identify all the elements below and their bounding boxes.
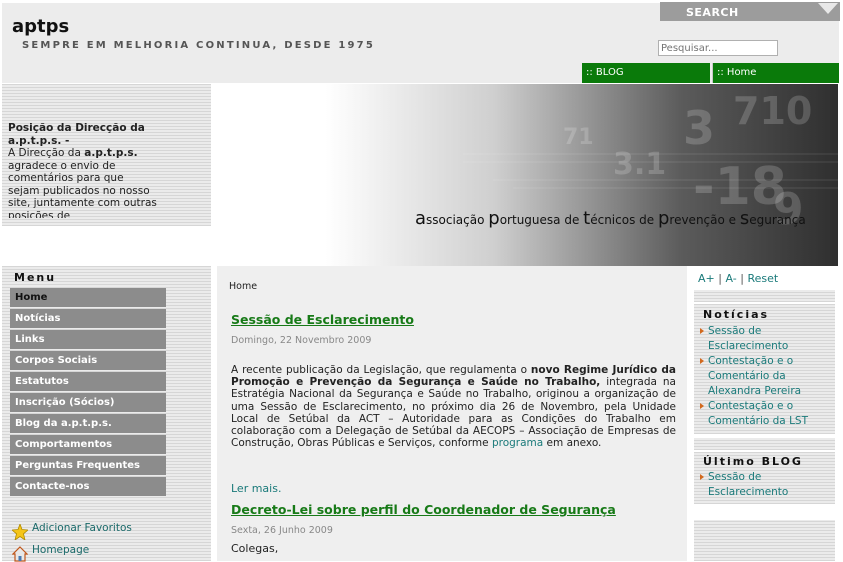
home-icon (12, 546, 28, 562)
post2-body: Colegas, (231, 542, 279, 555)
banner-word: ssociação (426, 213, 489, 227)
menu-item-blog[interactable]: Blog da a.p.t.p.s. (10, 414, 166, 433)
blog-list: Sessão de Esclarecimento (700, 470, 830, 500)
bullet-arrow-icon (700, 403, 704, 409)
svg-text:3: 3 (683, 101, 715, 155)
banner-word: revenção e (669, 213, 740, 227)
blog-title: Último BLOG (703, 455, 803, 468)
noticias-item[interactable]: Sessão de Esclarecimento (700, 324, 830, 354)
add-favorites-label: Adicionar Favoritos (32, 522, 132, 534)
menu-item-noticias[interactable]: Notícias (10, 309, 166, 328)
banner-word: egurança (749, 213, 806, 227)
noticias-title: Notícias (703, 308, 770, 321)
banner-initial: p (488, 208, 500, 229)
nav-home-label: Home (726, 67, 757, 78)
banner-initial: s (739, 208, 750, 229)
nav-blog[interactable]: :: BLOG (582, 63, 710, 83)
news-ticker-title: Posição da Direcção da a.p.t.p.s. - (8, 122, 145, 147)
noticias-list: Sessão de Esclarecimento Contestação e o … (700, 324, 830, 429)
news-ticker-body-bold: a.p.t.p.s. (84, 147, 138, 159)
menu-item-links[interactable]: Links (10, 330, 166, 349)
post1-date: Domingo, 22 Novembro 2009 (231, 335, 372, 346)
header-banner: 3 710 -18 3.1 9 71 associação portuguesa… (213, 84, 838, 266)
star-icon (12, 524, 28, 540)
noticias-item[interactable]: Contestação e o Comentário da LST (700, 399, 830, 429)
svg-text:3.1: 3.1 (613, 147, 666, 182)
blog-item-label: Sessão de Esclarecimento (708, 471, 789, 498)
nav-blog-label: BLOG (595, 67, 624, 78)
font-size-controls: A+ | A- | Reset (698, 272, 779, 285)
breadcrumb[interactable]: Home (229, 281, 257, 292)
divider (694, 438, 835, 450)
news-ticker-body-prefix: A Direcção da (8, 147, 85, 159)
menu-item-home[interactable]: Home (10, 288, 166, 307)
search-input[interactable] (658, 40, 778, 56)
post2-title[interactable]: Decreto-Lei sobre perfil do Coordenador … (231, 502, 616, 517)
banner-word: ortuguesa de (499, 213, 584, 227)
site-tagline: SEMPRE EM MELHORIA CONTINUA, DESDE 1975 (22, 40, 375, 51)
post1-programa-link[interactable]: programa (492, 437, 543, 449)
divider (694, 520, 835, 561)
menu-item-estatutos[interactable]: Estatutos (10, 372, 166, 391)
menu-item-comportamentos[interactable]: Comportamentos (10, 435, 166, 454)
search-tab-label: SEARCH (686, 6, 739, 19)
banner-word: écnicos de (590, 213, 658, 227)
read-more-link[interactable]: Ler mais. (231, 482, 281, 495)
noticias-item-label: Sessão de Esclarecimento (708, 325, 789, 352)
font-reset-button[interactable]: Reset (747, 272, 778, 285)
news-ticker-content[interactable]: Posição da Direcção da a.p.t.p.s. - A Di… (8, 122, 158, 218)
banner-initial: a (415, 208, 427, 229)
font-increase-button[interactable]: A+ (698, 272, 715, 285)
svg-text:71: 71 (563, 125, 594, 150)
post1-body: A recente publicação da Legislação, que … (231, 364, 676, 449)
site-title[interactable]: aptps (12, 16, 69, 37)
bullet-arrow-icon (700, 358, 704, 364)
menu-item-contacte-nos[interactable]: Contacte-nos (10, 477, 166, 496)
post1-text-1: A recente publicação da Legislação, que … (231, 364, 531, 376)
noticias-item[interactable]: Contestação e o Comentário da Alexandra … (700, 354, 830, 399)
news-ticker-body-suffix: agradece o envio de comentários para que… (8, 159, 157, 219)
post2-date: Sexta, 26 Junho 2009 (231, 525, 333, 536)
banner-association-name: associação portuguesa de técnicos de pre… (415, 208, 806, 229)
bullet-arrow-icon (700, 328, 704, 334)
noticias-item-label: Contestação e o Comentário da LST (708, 400, 809, 427)
homepage-label: Homepage (32, 544, 90, 556)
blog-item[interactable]: Sessão de Esclarecimento (700, 470, 830, 500)
menu-item-inscricao[interactable]: Inscrição (Sócios) (10, 393, 166, 412)
search-toggle-icon[interactable] (816, 2, 840, 21)
font-decrease-button[interactable]: A- (725, 272, 736, 285)
noticias-item-label: Contestação e o Comentário da Alexandra … (708, 355, 802, 397)
menu-item-perguntas-frequentes[interactable]: Perguntas Frequentes (10, 456, 166, 475)
menu-title: Menu (14, 271, 57, 284)
menu-item-corpos-sociais[interactable]: Corpos Sociais (10, 351, 166, 370)
banner-initial: p (657, 208, 670, 229)
bullet-arrow-icon (700, 474, 704, 480)
post1-text-3: em anexo. (543, 437, 602, 450)
banner-numbers-graphic: 3 710 -18 3.1 9 71 (463, 89, 838, 235)
post1-title[interactable]: Sessão de Esclarecimento (231, 312, 414, 327)
search-tab: SEARCH (660, 2, 820, 21)
svg-text:710: 710 (733, 89, 812, 133)
divider (694, 290, 835, 302)
nav-home[interactable]: :: Home (712, 63, 839, 83)
